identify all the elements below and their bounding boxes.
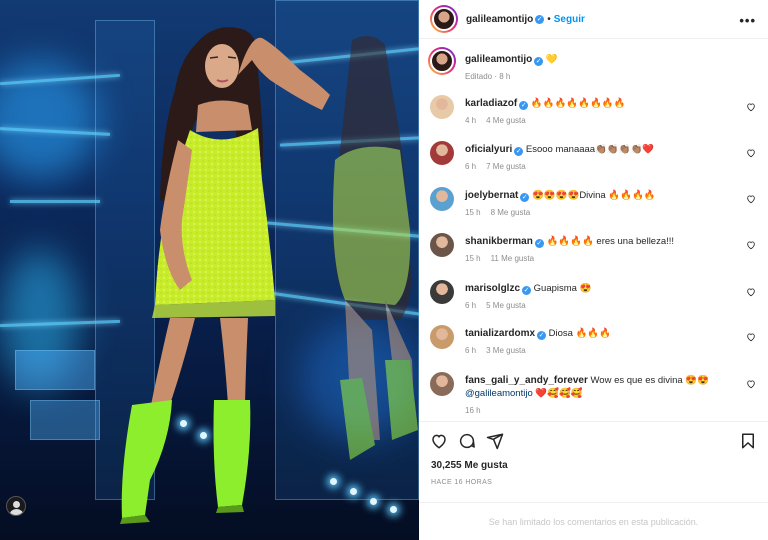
comment-text: ❤️🥰🥰🥰 (535, 388, 583, 399)
more-icon[interactable]: ••• (739, 13, 756, 28)
post-timestamp[interactable]: HACE 16 HORAS (431, 479, 492, 486)
comment-text: 🔥🔥🔥🔥 eres una belleza!!! (546, 236, 675, 247)
comment-meta: 6 h 3 Me gusta (465, 344, 735, 357)
heart-icon[interactable] (746, 194, 756, 204)
comment-mention[interactable]: @galileamontijo (465, 388, 533, 399)
heart-icon[interactable] (746, 240, 756, 250)
likes-count[interactable]: 30,255 Me gusta (431, 460, 508, 471)
comment-meta: 6 h 7 Me gusta (465, 160, 735, 173)
comment-time[interactable]: 4 h (465, 116, 476, 125)
author-avatar[interactable] (428, 47, 456, 75)
share-icon[interactable] (486, 432, 504, 450)
follow-button[interactable]: Seguir (554, 14, 585, 25)
comments-limited-notice: Se han limitado los comentarios en esta … (419, 502, 768, 540)
comment-likes[interactable]: 11 Me gusta (491, 254, 534, 263)
comment-text: Wow es que es divina 😍😍 (590, 375, 710, 386)
verified-icon: ✓ (534, 57, 544, 66)
comment-likes[interactable]: 5 Me gusta (486, 301, 526, 310)
separator-dot: • (547, 13, 551, 25)
verified-icon: ✓ (522, 286, 532, 295)
model-figure (120, 27, 418, 524)
caption-username[interactable]: galileamontijo (465, 54, 532, 65)
comment-text: 😍😍😍😍Divina 🔥🔥🔥🔥 (532, 190, 656, 201)
comment-likes[interactable]: 7 Me gusta (486, 162, 526, 171)
commenter-avatar[interactable] (430, 372, 454, 396)
commenter-avatar[interactable] (430, 233, 454, 257)
comment-likes[interactable]: 4 Me gusta (486, 116, 526, 125)
comment-likes[interactable]: 3 Me gusta (486, 346, 526, 355)
commenter-username[interactable]: shanikberman (465, 236, 533, 247)
commenter-avatar[interactable] (430, 187, 454, 211)
comment-icon[interactable] (458, 432, 476, 450)
comment-meta: 4 h 4 Me gusta (465, 114, 735, 127)
comment-meta: 6 h 5 Me gusta (465, 299, 735, 312)
comment-time[interactable]: 6 h (465, 162, 476, 171)
comments-list[interactable]: galileamontijo ✓ 💛 Editado · 8 h karladia… (419, 40, 768, 420)
heart-icon[interactable] (746, 379, 756, 389)
comment-text: 🔥🔥🔥🔥🔥🔥🔥🔥 (530, 98, 626, 109)
comment-meta: 15 h 8 Me gusta (465, 206, 735, 219)
comment-text: Diosa 🔥🔥🔥 (548, 328, 612, 339)
commenter-username[interactable]: fans_gali_y_andy_forever (465, 375, 588, 386)
comment-time[interactable]: 6 h (465, 301, 476, 310)
caption-text: 💛 (545, 54, 558, 65)
commenter-username[interactable]: karladiazof (465, 98, 517, 109)
commenter-avatar[interactable] (430, 325, 454, 349)
comment-time[interactable]: 16 h (465, 406, 481, 415)
post-side-panel: galileamontijo ✓ • Seguir ••• galileamon… (419, 0, 768, 540)
verified-icon: ✓ (534, 239, 544, 248)
verified-icon: ✓ (537, 331, 547, 340)
commenter-avatar[interactable] (430, 95, 454, 119)
comment-meta: 15 h 11 Me gusta (465, 252, 735, 265)
verified-icon: ✓ (535, 14, 545, 24)
commenter-avatar[interactable] (430, 141, 454, 165)
commenter-username[interactable]: oficialyuri (465, 144, 512, 155)
commenter-username[interactable]: joelybernat (465, 190, 518, 201)
heart-icon[interactable] (430, 432, 448, 450)
verified-icon: ✓ (519, 101, 529, 110)
heart-icon[interactable] (746, 148, 756, 158)
action-bar (419, 421, 768, 459)
verified-icon: ✓ (520, 193, 530, 202)
heart-icon[interactable] (746, 287, 756, 297)
heart-icon[interactable] (746, 102, 756, 112)
caption-meta: Editado · 8 h (465, 72, 511, 81)
commenter-avatar[interactable] (430, 280, 454, 304)
comment-time[interactable]: 15 h (465, 208, 481, 217)
bookmark-icon[interactable] (739, 432, 757, 450)
author-avatar[interactable] (430, 5, 458, 33)
comment-text: Guapisma 😍 (533, 283, 592, 294)
comment-time[interactable]: 15 h (465, 254, 481, 263)
commenter-username[interactable]: marisolglzc (465, 283, 520, 294)
commenter-username[interactable]: tanializardomx (465, 328, 535, 339)
comment-text: Esooo manaaaa👏🏽👏🏽👏🏽👏🏽❤️ (525, 144, 655, 155)
comment-likes[interactable]: 8 Me gusta (491, 208, 531, 217)
tagged-user-icon[interactable] (6, 496, 26, 516)
verified-icon: ✓ (514, 147, 524, 156)
comment-time[interactable]: 6 h (465, 346, 476, 355)
post-photo[interactable] (0, 0, 419, 540)
post-header: galileamontijo ✓ • Seguir ••• (419, 0, 768, 39)
author-username[interactable]: galileamontijo (466, 14, 533, 25)
comment-meta: 16 h (465, 404, 735, 417)
heart-icon[interactable] (746, 332, 756, 342)
